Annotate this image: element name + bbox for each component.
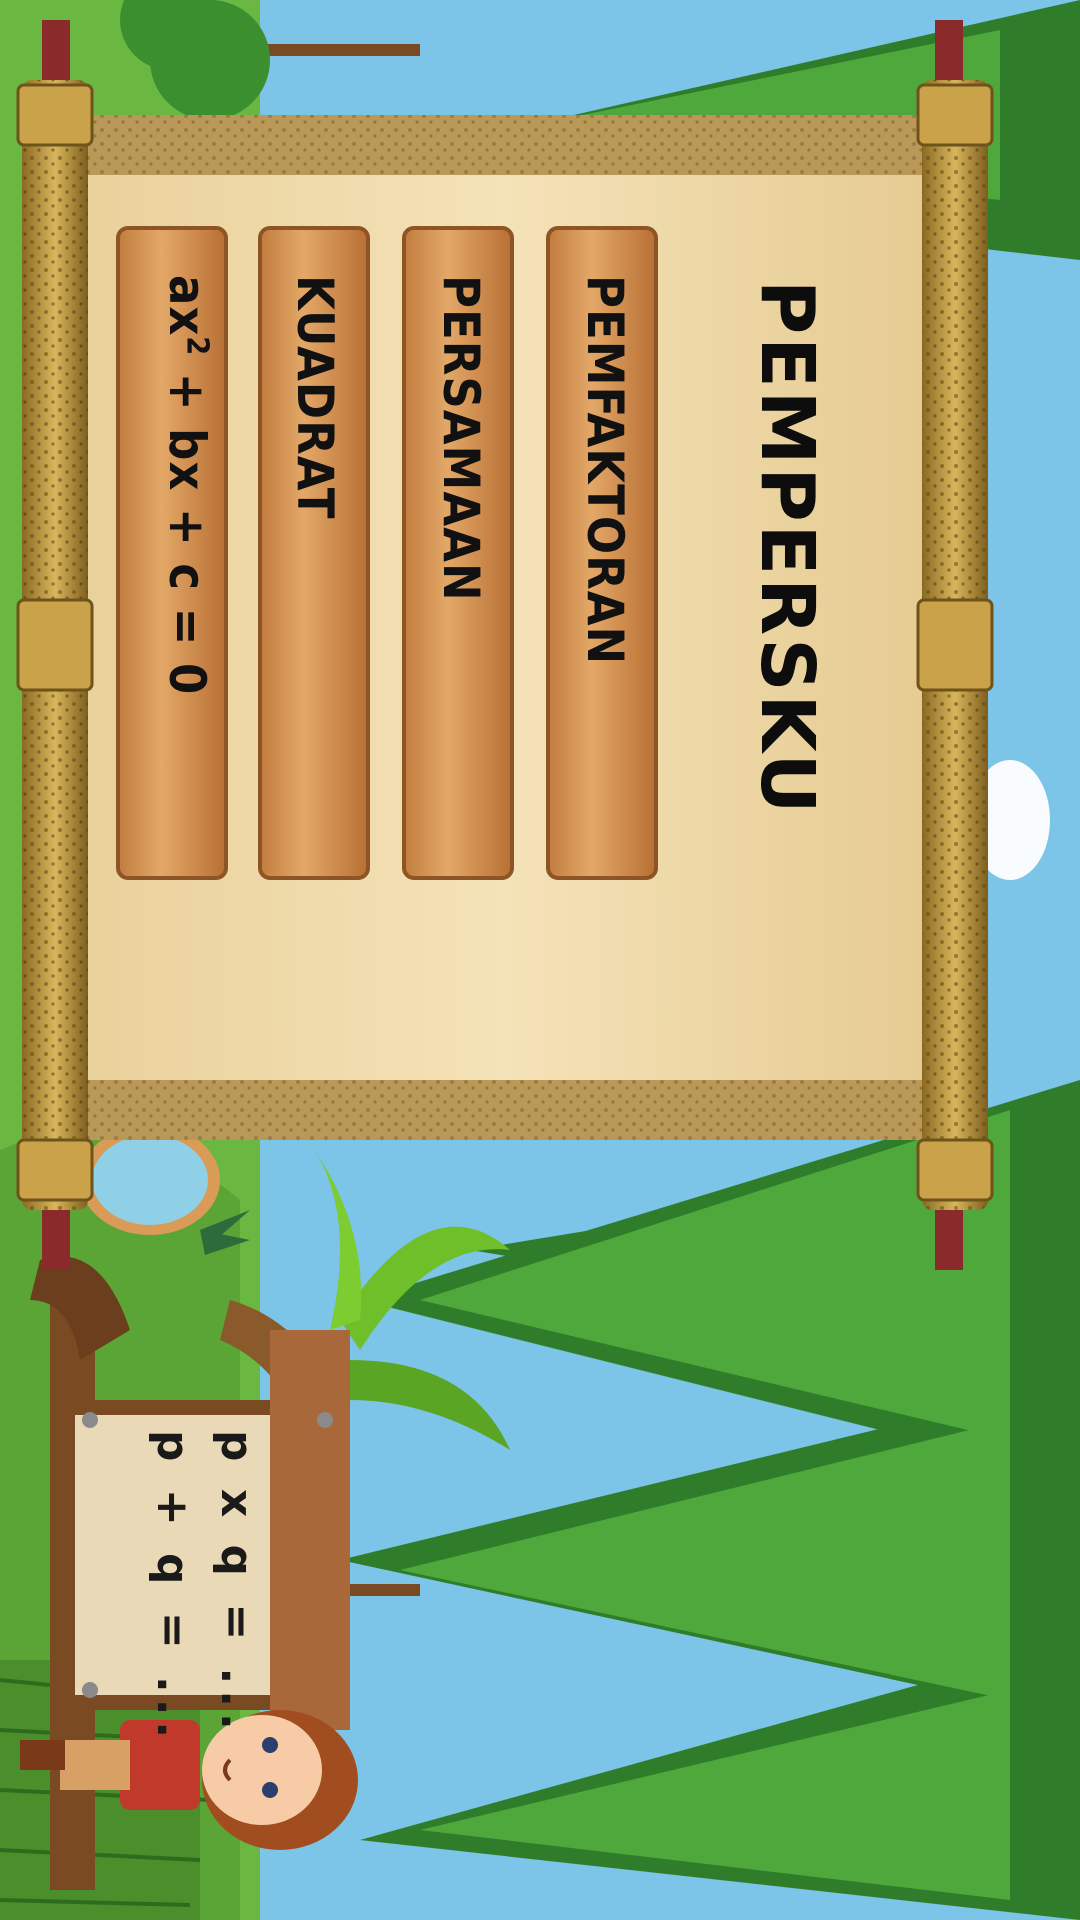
sign-line-2: p + q = ... <box>147 1430 198 1745</box>
formula-exponent: 2 <box>179 336 215 357</box>
menu-label-kuadrat: KUADRAT <box>286 275 344 520</box>
game-title: PEMPERSKU <box>744 280 830 817</box>
sign-line-1: p x q = ... <box>211 1430 262 1736</box>
game-screen: PEMPERSKU PEMFAKTORAN PERSAMAAN KUADRAT … <box>0 0 1080 1920</box>
formula-base: ax <box>158 275 216 337</box>
formula-rest: + bx + c = 0 <box>158 356 216 696</box>
menu-label-formula: ax2 + bx + c = 0 <box>158 275 216 695</box>
menu-label-persamaan: PERSAMAAN <box>432 275 490 602</box>
menu-label-pemfaktoran: PEMFAKTORAN <box>576 275 634 666</box>
